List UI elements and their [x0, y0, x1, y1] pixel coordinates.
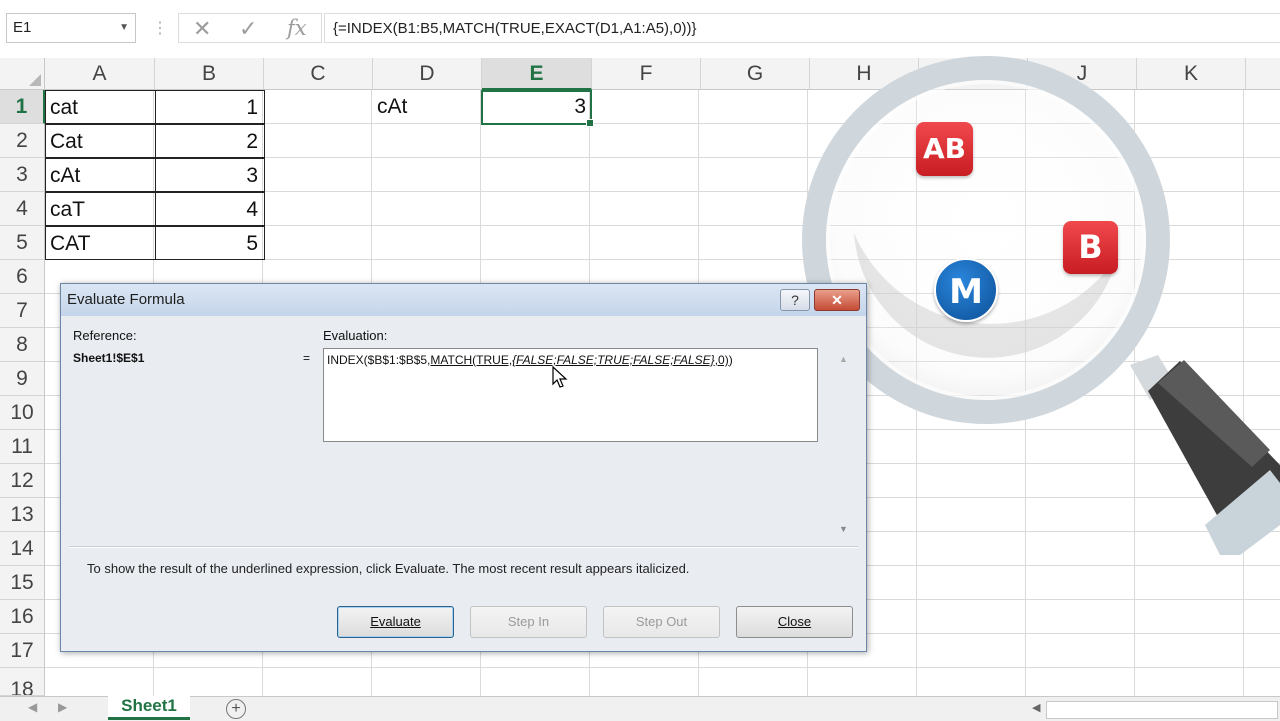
chevron-down-icon[interactable]: ▼	[119, 14, 129, 42]
equals-sign: =	[303, 351, 311, 365]
row-header-17[interactable]: 17	[0, 634, 45, 668]
row-header-12[interactable]: 12	[0, 464, 45, 498]
reference-label: Reference:	[73, 328, 137, 343]
eval-text-close: )	[728, 353, 733, 367]
name-box[interactable]: E1 ▼	[6, 13, 136, 43]
cell-d1[interactable]: cAt	[373, 90, 482, 124]
row-header-9[interactable]: 9	[0, 362, 45, 396]
cell-a3[interactable]: cAt	[45, 158, 156, 192]
row-header-18[interactable]: 18	[0, 668, 45, 696]
active-cell-border[interactable]	[481, 90, 594, 127]
cell-a2[interactable]: Cat	[45, 124, 156, 158]
cell-a4[interactable]: caT	[45, 192, 156, 226]
row-header-11[interactable]: 11	[0, 430, 45, 464]
enter-icon[interactable]: ✓	[239, 16, 257, 42]
cell-b5[interactable]: 5	[155, 226, 265, 260]
step-in-button-label: Step In	[507, 614, 550, 629]
eval-match-tail: ,0)	[714, 353, 729, 367]
cancel-icon[interactable]: ✕	[193, 16, 211, 42]
dialog-divider	[69, 546, 858, 548]
close-button-label: Close	[777, 614, 812, 629]
evaluate-formula-dialog: Evaluate Formula ? ✕ Reference: Sheet1!$…	[60, 283, 867, 652]
reference-value: Sheet1!$E$1	[73, 351, 145, 365]
close-button[interactable]: Close	[736, 606, 853, 638]
row-header-4[interactable]: 4	[0, 192, 45, 226]
eval-text-outer: INDEX($B$1:$B$5,	[327, 353, 431, 367]
step-out-button-label: Step Out	[635, 614, 688, 629]
name-box-value: E1	[13, 19, 32, 36]
row-header-16[interactable]: 16	[0, 600, 45, 634]
scrollbar-thumb[interactable]	[1046, 701, 1278, 719]
row-header-13[interactable]: 13	[0, 498, 45, 532]
scroll-tabs-right-icon[interactable]: ▶	[58, 700, 67, 714]
column-header-f[interactable]: F	[592, 58, 701, 90]
column-header-e[interactable]: E	[482, 58, 592, 90]
row-header-14[interactable]: 14	[0, 532, 45, 566]
add-sheet-icon[interactable]: +	[226, 699, 246, 719]
eval-match-head: MATCH(TRUE,	[430, 353, 513, 367]
eval-text-underlined: MATCH(TRUE,{FALSE;FALSE;TRUE;FALSE;FALSE…	[430, 353, 728, 367]
b-badge-icon: B	[1063, 221, 1118, 274]
column-header-b[interactable]: B	[155, 58, 264, 90]
cell-a1[interactable]: cat	[45, 90, 156, 124]
column-header-g[interactable]: G	[701, 58, 810, 90]
cell-a5[interactable]: CAT	[45, 226, 156, 260]
evaluate-button-label: Evaluate	[370, 614, 421, 629]
help-button[interactable]: ?	[780, 289, 810, 311]
magnifier-overlay	[802, 56, 1280, 555]
instruction-text: To show the result of the underlined exp…	[87, 561, 690, 576]
column-header-a[interactable]: A	[45, 58, 155, 90]
insert-function-icon[interactable]: fx	[287, 16, 307, 40]
cell-b2[interactable]: 2	[155, 124, 265, 158]
scroll-up-arrow-icon[interactable]: ▲	[839, 354, 848, 364]
sheet-tab-sheet1[interactable]: Sheet1	[108, 696, 190, 720]
scroll-tabs-left-icon[interactable]: ◀	[28, 700, 37, 714]
step-in-button[interactable]: Step In	[470, 606, 587, 638]
row-header-7[interactable]: 7	[0, 294, 45, 328]
row-header-2[interactable]: 2	[0, 124, 45, 158]
step-out-button[interactable]: Step Out	[603, 606, 720, 638]
cell-b4[interactable]: 4	[155, 192, 265, 226]
ab-badge-icon: AB	[916, 122, 973, 176]
cell-b3[interactable]: 3	[155, 158, 265, 192]
evaluate-button[interactable]: Evaluate	[337, 606, 454, 638]
sheet-tab-bar: ◀ ▶ Sheet1 + ◀	[0, 696, 1280, 721]
row-header-6[interactable]: 6	[0, 260, 45, 294]
select-all-corner[interactable]	[0, 58, 45, 90]
row-header-10[interactable]: 10	[0, 396, 45, 430]
evaluation-label: Evaluation:	[323, 328, 388, 343]
eval-text-italic-result: {FALSE;FALSE;TRUE;FALSE;FALSE}	[512, 353, 715, 367]
more-options-icon[interactable]: ⋮	[152, 18, 168, 38]
close-x-icon[interactable]: ✕	[814, 289, 860, 311]
row-header-8[interactable]: 8	[0, 328, 45, 362]
m-badge-icon: M	[934, 258, 998, 322]
formula-input[interactable]: {=INDEX(B1:B5,MATCH(TRUE,EXACT(D1,A1:A5)…	[324, 13, 1280, 43]
row-header-15[interactable]: 15	[0, 566, 45, 600]
column-header-c[interactable]: C	[264, 58, 373, 90]
scroll-down-arrow-icon[interactable]: ▼	[839, 524, 848, 534]
formula-bar-buttons: ✕ ✓ fx	[178, 13, 322, 43]
dialog-title-bar[interactable]: Evaluate Formula ? ✕	[61, 284, 866, 316]
mouse-cursor-icon	[552, 366, 568, 388]
row-header-5[interactable]: 5	[0, 226, 45, 260]
column-header-d[interactable]: D	[373, 58, 482, 90]
dialog-title: Evaluate Formula	[67, 291, 185, 308]
formula-bar: E1 ▼ ⋮ ✕ ✓ fx {=INDEX(B1:B5,MATCH(TRUE,E…	[0, 0, 1280, 58]
horizontal-scrollbar[interactable]: ◀	[1032, 700, 1280, 719]
row-header-3[interactable]: 3	[0, 158, 45, 192]
cell-b1[interactable]: 1	[155, 90, 265, 124]
evaluation-box[interactable]: INDEX($B$1:$B$5,MATCH(TRUE,{FALSE;FALSE;…	[323, 348, 818, 442]
scroll-left-arrow-icon[interactable]: ◀	[1032, 701, 1040, 714]
row-header-1[interactable]: 1	[0, 90, 45, 124]
